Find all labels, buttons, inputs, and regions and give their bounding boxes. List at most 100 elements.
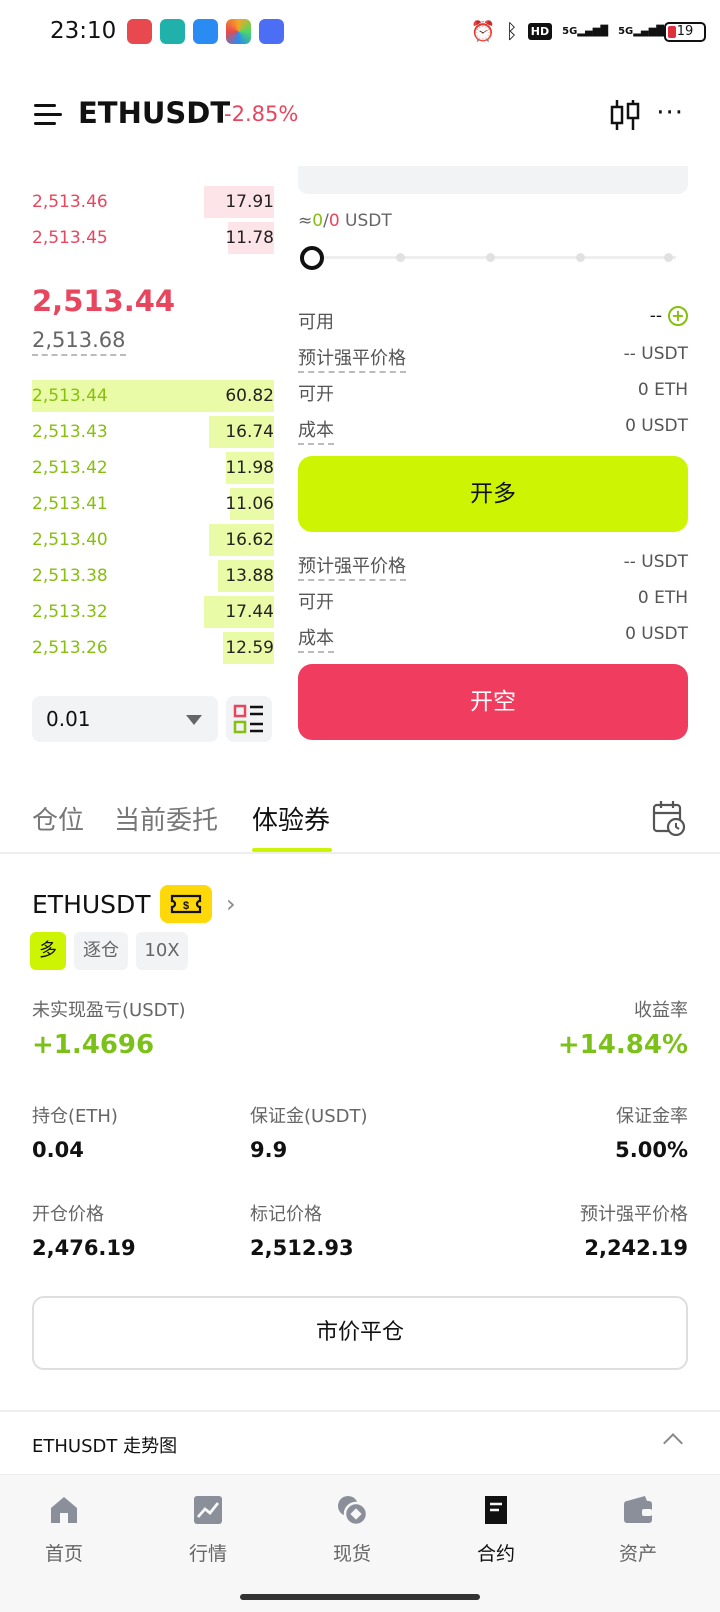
margin-rate-label: 保证金率: [616, 1106, 688, 1127]
long-liq-row: 预计强平价格 -- USDT: [298, 342, 688, 373]
open-long-button[interactable]: 开多: [298, 456, 688, 532]
ask-row[interactable]: 2,513.45 11.78: [32, 222, 274, 256]
open-short-button[interactable]: 开空: [298, 664, 688, 740]
slider-step[interactable]: [664, 253, 673, 262]
wallet-icon: [624, 1496, 652, 1523]
bid-quantity: 16.62: [225, 530, 274, 550]
available-row: 可用 -- +: [298, 306, 688, 334]
bid-price: 2,513.41: [32, 494, 108, 514]
bid-price: 2,513.42: [32, 458, 108, 478]
estimated-amount: ≈0/0 USDT: [298, 211, 392, 231]
liq-price-value: -- USDT: [623, 344, 688, 364]
nav-spot[interactable]: 现货: [302, 1493, 402, 1566]
market-chart-icon: [194, 1496, 222, 1524]
trend-chart-title[interactable]: ETHUSDT 走势图: [32, 1432, 177, 1458]
entry-price-value: 2,476.19: [32, 1236, 136, 1260]
status-bar: 23:10 ⏰ ᛒ HD 5G▂▄▆█ 5G▂▄▆█ 19: [0, 0, 720, 66]
signal-icon: 5G▂▄▆█: [562, 25, 609, 37]
contract-document-icon: [485, 1496, 507, 1524]
available-value: -- +: [650, 306, 688, 326]
bid-row[interactable]: 2,513.40 16.62: [32, 524, 274, 558]
add-funds-icon[interactable]: +: [668, 306, 688, 326]
bid-row[interactable]: 2,513.44 60.82: [32, 380, 274, 414]
unrealized-pnl-label: 未实现盈亏(USDT): [32, 1000, 186, 1021]
chevron-right-icon[interactable]: ›: [226, 890, 236, 918]
dropdown-arrow-icon: [186, 715, 202, 725]
bid-row[interactable]: 2,513.41 11.06: [32, 488, 274, 522]
ask-price: 2,513.45: [32, 228, 108, 248]
bid-price: 2,513.43: [32, 422, 108, 442]
slider-step[interactable]: [396, 253, 405, 262]
bid-quantity: 13.88: [225, 566, 274, 586]
hd-icon: HD: [527, 22, 553, 40]
home-icon: [51, 1497, 77, 1523]
bid-row[interactable]: 2,513.42 11.98: [32, 452, 274, 486]
mark-price[interactable]: 2,513.68: [32, 328, 126, 356]
cost-value: 0 USDT: [625, 624, 688, 644]
margin-mode-badge: 逐仓: [74, 932, 128, 970]
slider-step[interactable]: [486, 253, 495, 262]
section-divider: [0, 1410, 720, 1412]
position-symbol[interactable]: ETHUSDT: [32, 890, 151, 919]
margin-label: 保证金(USDT): [250, 1106, 368, 1127]
cloud-app-icon: [193, 19, 218, 44]
mark-price-value: 2,512.93: [250, 1236, 354, 1260]
entry-price-label: 开仓价格: [32, 1204, 104, 1225]
cost-label[interactable]: 成本: [298, 624, 334, 653]
amount-slider[interactable]: [300, 246, 676, 270]
menu-icon[interactable]: [34, 104, 62, 126]
bid-row[interactable]: 2,513.26 12.59: [32, 632, 274, 666]
pair-title[interactable]: ETHUSDT: [78, 96, 230, 130]
bid-row[interactable]: 2,513.38 13.88: [32, 560, 274, 594]
signal-icon: 5G▂▄▆█: [618, 25, 664, 37]
colorful-app-icon: [226, 19, 251, 44]
candlestick-chart-icon[interactable]: [610, 98, 640, 132]
precision-select[interactable]: 0.01: [32, 696, 218, 742]
home-indicator[interactable]: [240, 1594, 480, 1600]
available-label: 可用: [298, 312, 334, 333]
tab-open-orders[interactable]: 当前委托: [114, 800, 218, 837]
bid-row[interactable]: 2,513.32 17.44: [32, 596, 274, 630]
slider-thumb[interactable]: [300, 246, 324, 270]
tab-positions[interactable]: 仓位: [32, 800, 84, 837]
bid-price: 2,513.38: [32, 566, 108, 586]
tab-vouchers[interactable]: 体验券: [252, 800, 330, 837]
notification-icons: [127, 19, 284, 44]
liq-price-label[interactable]: 预计强平价格: [298, 344, 406, 373]
battery-icon: 19: [664, 22, 706, 42]
active-tab-indicator: [252, 848, 332, 852]
liq-price-value: -- USDT: [623, 552, 688, 572]
nav-market[interactable]: 行情: [158, 1493, 258, 1566]
calendar-history-icon[interactable]: [652, 800, 686, 836]
nav-home[interactable]: 首页: [14, 1493, 114, 1566]
roi-label: 收益率: [634, 1000, 688, 1021]
bid-quantity: 12.59: [225, 638, 274, 658]
more-icon[interactable]: ···: [656, 98, 684, 128]
amount-input[interactable]: [298, 166, 688, 194]
svg-text:$: $: [183, 900, 189, 912]
order-tabs: 仓位 当前委托 体验券: [0, 792, 720, 854]
slider-step[interactable]: [576, 253, 585, 262]
long-cost-row: 成本 0 USDT: [298, 414, 688, 445]
bid-quantity: 60.82: [225, 386, 274, 406]
bid-quantity: 17.44: [225, 602, 274, 622]
market-close-button[interactable]: 市价平仓: [32, 1296, 688, 1370]
mark-price-label: 标记价格: [250, 1204, 322, 1225]
bid-row[interactable]: 2,513.43 16.74: [32, 416, 274, 450]
ask-price: 2,513.46: [32, 192, 108, 212]
chevron-up-icon[interactable]: [663, 1433, 683, 1453]
liq-price-label[interactable]: 预计强平价格: [298, 552, 406, 581]
ask-quantity: 11.78: [225, 228, 274, 248]
cost-label[interactable]: 成本: [298, 416, 334, 445]
nav-contract[interactable]: 合约: [446, 1493, 546, 1566]
ask-row[interactable]: 2,513.46 17.91: [32, 186, 274, 220]
alarm-icon: ⏰: [470, 19, 496, 43]
book-layout-icon[interactable]: [226, 696, 272, 742]
bid-quantity: 11.98: [225, 458, 274, 478]
bid-quantity: 11.06: [225, 494, 274, 514]
voucher-icon: $: [160, 885, 212, 923]
max-open-label: 可开: [298, 384, 334, 405]
long-open-row: 可开 0 ETH: [298, 378, 688, 406]
spot-coins-icon: [338, 1496, 369, 1527]
nav-assets[interactable]: 资产: [588, 1493, 688, 1566]
